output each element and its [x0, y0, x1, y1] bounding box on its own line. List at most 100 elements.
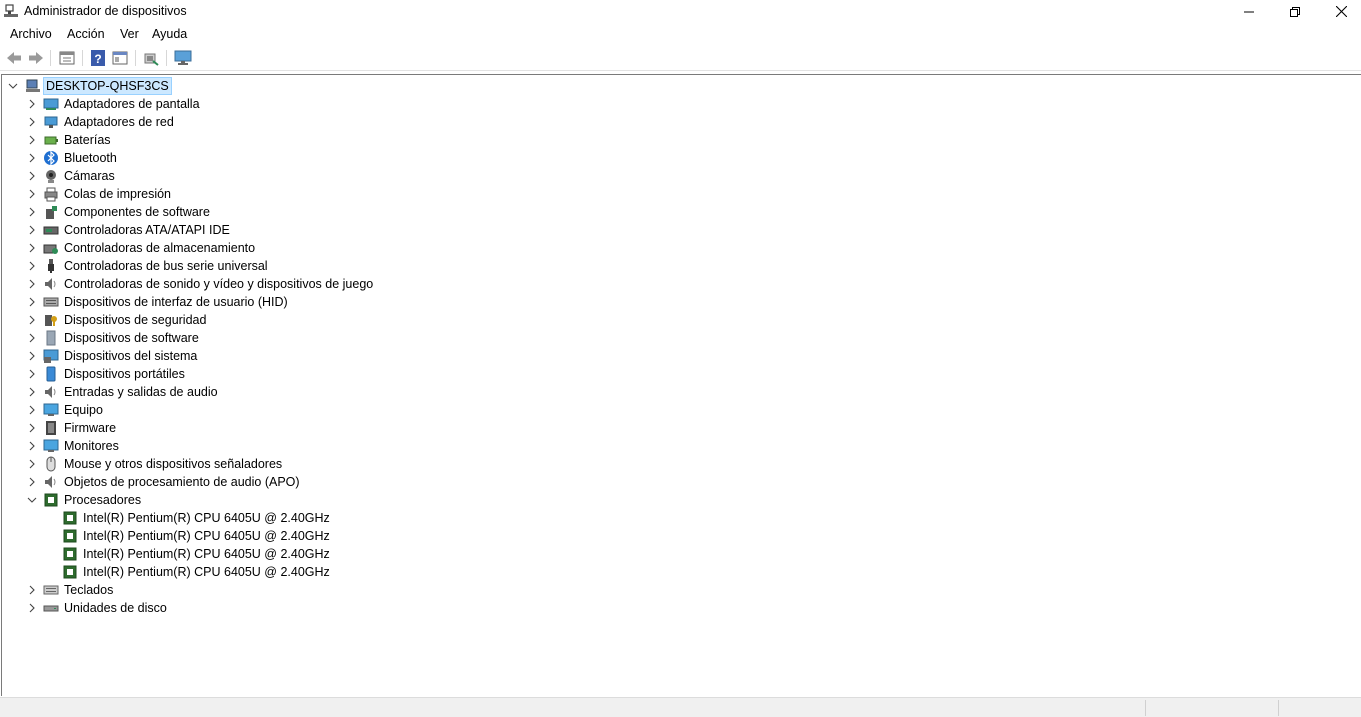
tree-item-label: Unidades de disco	[64, 601, 167, 615]
computer-icon	[43, 403, 59, 416]
chevron-right-icon[interactable]	[27, 171, 37, 181]
tree-category-14[interactable]: Dispositivos del sistema	[2, 347, 1352, 365]
restore-button[interactable]	[1272, 0, 1318, 23]
properties-icon[interactable]	[58, 49, 76, 67]
hid-icon	[43, 297, 59, 307]
chevron-right-icon[interactable]	[27, 297, 37, 307]
tree-category-21[interactable]: Objetos de procesamiento de audio (APO)	[2, 473, 1352, 491]
chevron-right-icon[interactable]	[27, 243, 37, 253]
tree-item-label: Dispositivos de interfaz de usuario (HID…	[64, 295, 288, 309]
processor-icon	[63, 547, 77, 561]
tree-category-13[interactable]: Dispositivos de software	[2, 329, 1352, 347]
chevron-right-icon[interactable]	[27, 369, 37, 379]
tree-category-15[interactable]: Dispositivos portátiles	[2, 365, 1352, 383]
chevron-right-icon[interactable]	[27, 387, 37, 397]
tree-category-17[interactable]: Equipo	[2, 401, 1352, 419]
chevron-right-icon[interactable]	[27, 333, 37, 343]
processor-icon	[63, 529, 77, 543]
processor-icon	[63, 565, 77, 579]
scan-hardware-icon[interactable]	[142, 49, 160, 67]
tree-item-label: Controladoras de sonido y vídeo y dispos…	[64, 277, 374, 291]
tree-category-5[interactable]: Colas de impresión	[2, 185, 1352, 203]
tree-category-1[interactable]: Adaptadores de red	[2, 113, 1352, 131]
tree-item-label: Procesadores	[64, 493, 142, 507]
tree-item-label: Bluetooth	[64, 151, 117, 165]
chevron-right-icon[interactable]	[27, 603, 37, 613]
tree-category-12[interactable]: Dispositivos de seguridad	[2, 311, 1352, 329]
monitor-icon[interactable]	[174, 49, 192, 67]
tree-item-label: Dispositivos portátiles	[64, 367, 185, 381]
tree-category-11[interactable]: Dispositivos de interfaz de usuario (HID…	[2, 293, 1352, 311]
svg-text:?: ?	[94, 52, 101, 66]
chevron-right-icon[interactable]	[27, 441, 37, 451]
chevron-right-icon[interactable]	[27, 477, 37, 487]
tree-category-22[interactable]: Procesadores	[2, 491, 1352, 509]
menu-accion[interactable]: Acción	[67, 27, 105, 41]
tree-item-label: Firmware	[64, 421, 117, 435]
mouse-icon	[46, 456, 56, 472]
tree-device-22-1[interactable]: Intel(R) Pentium(R) CPU 6405U @ 2.40GHz	[2, 527, 1352, 545]
firmware-icon	[46, 421, 56, 435]
tree-item-label: Colas de impresión	[64, 187, 171, 201]
chevron-right-icon[interactable]	[27, 153, 37, 163]
tree-category-20[interactable]: Mouse y otros dispositivos señaladores	[2, 455, 1352, 473]
chevron-right-icon[interactable]	[27, 279, 37, 289]
tree-category-24[interactable]: Unidades de disco	[2, 599, 1352, 617]
tree-category-3[interactable]: Bluetooth	[2, 149, 1352, 167]
menu-ver[interactable]: Ver	[120, 27, 139, 41]
tree-category-4[interactable]: Cámaras	[2, 167, 1352, 185]
chevron-right-icon[interactable]	[27, 189, 37, 199]
tree-category-6[interactable]: Componentes de software	[2, 203, 1352, 221]
minimize-icon	[1244, 11, 1254, 12]
tree-category-18[interactable]: Firmware	[2, 419, 1352, 437]
title-bar: Administrador de dispositivos	[0, 0, 1361, 23]
menu-archivo[interactable]: Archivo	[10, 27, 52, 41]
tree-category-8[interactable]: Controladoras de almacenamiento	[2, 239, 1352, 257]
tree-device-22-2[interactable]: Intel(R) Pentium(R) CPU 6405U @ 2.40GHz	[2, 545, 1352, 563]
chevron-right-icon[interactable]	[27, 225, 37, 235]
chevron-down-icon[interactable]	[8, 81, 18, 91]
tree-root[interactable]: DESKTOP-QHSF3CS	[2, 77, 1352, 95]
tree-category-19[interactable]: Monitores	[2, 437, 1352, 455]
chevron-right-icon[interactable]	[27, 207, 37, 217]
tree-item-label: Controladoras de bus serie universal	[64, 259, 268, 273]
tree-category-2[interactable]: Baterías	[2, 131, 1352, 149]
menu-ayuda[interactable]: Ayuda	[152, 27, 187, 41]
tree-device-22-3[interactable]: Intel(R) Pentium(R) CPU 6405U @ 2.40GHz	[2, 563, 1352, 581]
portable-device-icon	[46, 366, 56, 382]
minimize-button[interactable]	[1226, 0, 1272, 23]
tree-item-label: Equipo	[64, 403, 103, 417]
tree-category-9[interactable]: Controladoras de bus serie universal	[2, 257, 1352, 275]
chevron-right-icon[interactable]	[27, 423, 37, 433]
chevron-right-icon[interactable]	[27, 261, 37, 271]
chevron-down-icon[interactable]	[27, 495, 37, 505]
chevron-right-icon[interactable]	[27, 117, 37, 127]
back-icon[interactable]	[5, 49, 23, 67]
tree-item-label: Objetos de procesamiento de audio (APO)	[64, 475, 300, 489]
tree-device-22-0[interactable]: Intel(R) Pentium(R) CPU 6405U @ 2.40GHz	[2, 509, 1352, 527]
tree-category-23[interactable]: Teclados	[2, 581, 1352, 599]
chevron-right-icon[interactable]	[27, 585, 37, 595]
tree-item-label: Controladoras de almacenamiento	[64, 241, 256, 255]
close-button[interactable]	[1318, 0, 1361, 23]
forward-icon[interactable]	[27, 49, 45, 67]
chevron-right-icon[interactable]	[27, 99, 37, 109]
display-adapter-icon	[43, 98, 59, 110]
chevron-right-icon[interactable]	[27, 405, 37, 415]
chevron-right-icon[interactable]	[27, 351, 37, 361]
chevron-right-icon[interactable]	[27, 315, 37, 325]
disk-drive-icon	[43, 605, 59, 612]
chevron-right-icon[interactable]	[27, 135, 37, 145]
computer-root-icon	[26, 79, 40, 92]
view-icon[interactable]	[111, 49, 129, 67]
menu-bar: Archivo Acción Ver Ayuda	[0, 23, 1361, 45]
tree-category-0[interactable]: Adaptadores de pantalla	[2, 95, 1352, 113]
chevron-right-icon[interactable]	[27, 459, 37, 469]
device-manager-icon	[4, 4, 18, 17]
software-device-icon	[46, 330, 56, 346]
tree-category-10[interactable]: Controladoras de sonido y vídeo y dispos…	[2, 275, 1352, 293]
storage-controller-icon	[43, 244, 58, 254]
help-icon[interactable]: ?	[89, 49, 107, 67]
tree-category-7[interactable]: Controladoras ATA/ATAPI IDE	[2, 221, 1352, 239]
tree-category-16[interactable]: Entradas y salidas de audio	[2, 383, 1352, 401]
